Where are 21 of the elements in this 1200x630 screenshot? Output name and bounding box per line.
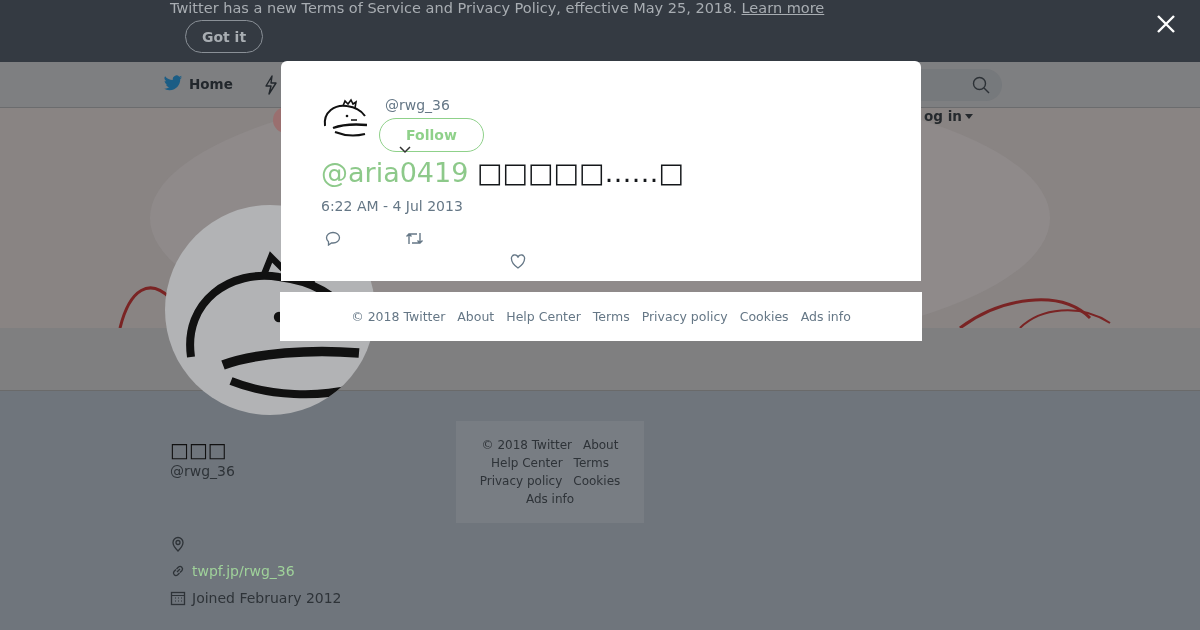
footer-link[interactable]: Ads info <box>525 490 575 508</box>
footer-link[interactable]: About <box>582 436 619 454</box>
notice-text: Twitter has a new Terms of Service and Privacy Policy, effective May 25, 2018. Learn more <box>170 0 825 16</box>
calendar-icon <box>170 589 186 606</box>
lightning-icon[interactable] <box>264 75 278 95</box>
joined-date: Joined February 2012 <box>192 588 342 608</box>
profile-name: □□□ <box>170 438 228 462</box>
bird-icon <box>163 75 183 92</box>
footer-link[interactable]: Cookies <box>573 472 621 490</box>
close-icon[interactable] <box>1156 14 1176 34</box>
user-handle[interactable]: @rwg_36 <box>379 98 450 112</box>
learn-more-link[interactable]: Learn more <box>741 0 825 16</box>
search-icon[interactable] <box>972 76 990 94</box>
location-pin-icon <box>170 535 186 552</box>
footer-link[interactable]: Privacy policy <box>479 472 563 490</box>
profile-handle: @rwg_36 <box>170 462 236 480</box>
footer-link[interactable]: Help Center <box>491 454 563 472</box>
home-tab[interactable]: Home <box>189 75 233 92</box>
footer-link[interactable]: Terms <box>573 454 609 472</box>
website-link[interactable]: twpf.jp/rwg_36 <box>192 560 295 581</box>
footer-link[interactable]: © 2018 Twitter <box>481 436 572 454</box>
